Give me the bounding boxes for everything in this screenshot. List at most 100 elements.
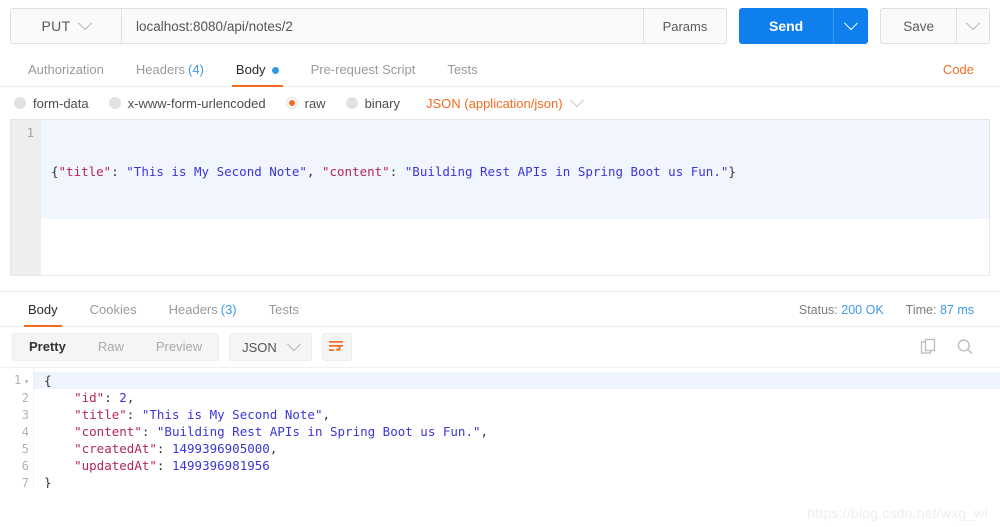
tab-authorization[interactable]: Authorization [12,54,120,86]
request-body-code[interactable]: {"title": "This is My Second Note", "con… [41,120,989,219]
search-icon [957,339,973,355]
code-token: "This is My Second Note" [126,164,307,179]
line-number: 6 [21,459,29,473]
body-type-urlencoded[interactable]: x-www-form-urlencoded [108,95,266,111]
radio-icon [108,97,121,109]
tab-label: Body [235,62,266,77]
line-number: 1 [26,126,34,140]
code-token: "id" [74,390,105,405]
tab-label: Tests [268,302,299,317]
request-url-value: localhost:8080/api/notes/2 [136,18,293,34]
response-body-code[interactable]: { "id": 2, "title": "This is My Second N… [34,368,1000,488]
code-token: : [126,407,142,422]
body-type-label: binary [364,95,400,111]
code-token: "content" [74,424,142,439]
tab-headers[interactable]: Headers (4) [120,54,220,86]
tab-label: Tests [447,62,478,77]
content-type-label: JSON (application/json) [426,95,563,111]
code-token: "Building Rest APIs in Spring Boot us Fu… [404,164,729,179]
code-token: "content" [321,164,390,179]
code-token: , [306,164,322,179]
response-format-label: JSON [242,339,277,355]
response-meta: Status: 200 OK Time: 87 ms [799,294,988,326]
code-token: "This is My Second Note" [141,407,323,422]
code-token: 2 [119,390,127,405]
view-mode-raw[interactable]: Raw [82,334,140,360]
code-line: "content": "Building Rest APIs in Spring… [44,423,1000,440]
save-button[interactable]: Save [880,8,957,44]
line-number: 3 [21,408,29,422]
send-options-button[interactable] [833,8,869,44]
code-token: "createdAt" [74,441,157,456]
body-type-label: x-www-form-urlencoded [127,95,266,111]
tab-pre-request-script[interactable]: Pre-request Script [295,54,432,86]
response-tab-cookies[interactable]: Cookies [74,294,153,326]
code-token: "updatedAt" [74,458,157,473]
line-number: 4 [21,425,29,439]
response-tabs: Body Cookies Headers (3) Tests Status: 20… [0,292,1000,327]
request-url-bar: PUT localhost:8080/api/notes/2 Params Se… [0,0,1000,53]
content-type-dropdown[interactable]: JSON (application/json) [426,93,584,111]
copy-button[interactable] [920,338,938,356]
code-line: "title": "This is My Second Note", [44,406,1000,423]
copy-icon [920,338,936,354]
response-format-dropdown[interactable]: JSON [229,333,312,361]
response-body-viewer[interactable]: 1 ▾ 2 3 4 5 6 7 { "id": 2, "title": "This is My… [0,367,1000,488]
code-token: { [44,373,52,388]
code-token: "title" [74,407,127,422]
word-wrap-icon [329,340,344,351]
watermark: https://blog.csdn.net/wxg_wl [807,505,988,521]
view-mode-pretty[interactable]: Pretty [13,334,82,360]
search-button[interactable] [956,338,974,356]
send-button-group: Send [738,8,869,44]
response-tab-tests[interactable]: Tests [253,294,315,326]
body-type-binary[interactable]: binary [345,95,400,111]
response-tab-headers[interactable]: Headers (3) [153,294,253,326]
body-type-form-data[interactable]: form-data [14,96,89,111]
request-url-input[interactable]: localhost:8080/api/notes/2 [121,8,644,44]
code-token: { [51,164,59,179]
fold-toggle-icon[interactable]: ▾ [24,377,29,386]
body-type-label: raw [304,95,326,111]
save-options-button[interactable] [957,8,990,44]
chevron-down-icon [844,16,859,31]
code-link[interactable]: Code [943,54,988,86]
request-body-editor[interactable]: 1 {"title": "This is My Second Note", "c… [10,119,990,276]
tab-label: Pre-request Script [310,62,416,77]
code-token: , [126,390,135,405]
status-label: Status: [798,303,838,317]
code-token: : [389,164,405,179]
tab-count: (3) [220,302,237,317]
editor-empty-area[interactable] [41,219,989,275]
params-button[interactable]: Params [643,8,727,44]
status-value: 200 OK [841,303,884,317]
chevron-down-icon [569,93,584,108]
view-mode-preview[interactable]: Preview [140,334,218,360]
response-tab-body[interactable]: Body [12,294,74,327]
code-token: : [156,441,172,456]
code-token: : [141,424,157,439]
tab-tests[interactable]: Tests [431,54,493,86]
code-token: 1499396981956 [171,458,270,473]
code-token: } [728,164,736,179]
send-button[interactable]: Send [738,8,834,44]
send-label: Send [768,18,804,34]
code-token: : [111,164,127,179]
tab-label: Authorization [28,62,104,77]
word-wrap-button[interactable] [321,333,352,361]
body-type-raw[interactable]: raw [285,95,326,111]
line-number: 7 [21,476,29,488]
status-badge: Status: 200 OK [799,294,884,326]
tab-label: Headers [168,302,218,317]
time-value: 87 ms [939,303,974,317]
response-gutter: 1 ▾ 2 3 4 5 6 7 [0,368,34,488]
http-method-dropdown[interactable]: PUT [10,8,121,44]
tab-body[interactable]: Body [220,54,295,87]
radio-icon [345,97,358,109]
save-button-group: Save [880,8,990,44]
panel-divider[interactable] [0,276,1000,292]
code-token: 1499396905000 [171,441,270,456]
